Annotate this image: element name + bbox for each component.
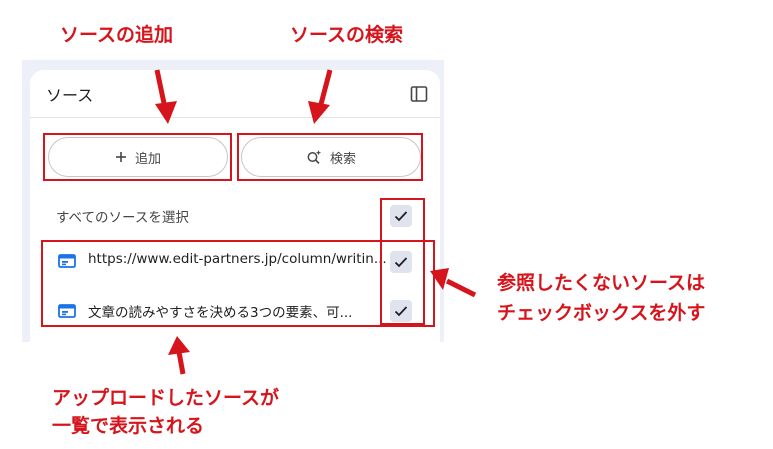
source-list-highlight [41,240,435,327]
annotation-uncheck-line2: チェックボックスを外す [497,302,706,324]
header-divider [30,117,440,118]
panel-title: ソース [46,86,94,105]
add-button-highlight [43,133,232,181]
annotation-list-line1: アップロードしたソースが [52,387,280,409]
annotation-uncheck-line1: 参照したくないソースは [497,272,706,294]
select-all-label: すべてのソースを選択 [56,210,189,226]
search-button-highlight [237,133,423,181]
annotation-search-source: ソースの検索 [290,24,404,46]
panel-toggle-icon[interactable] [409,84,429,104]
annotation-list-line2: 一覧で表示される [52,415,205,437]
annotation-add-source: ソースの追加 [60,24,174,46]
